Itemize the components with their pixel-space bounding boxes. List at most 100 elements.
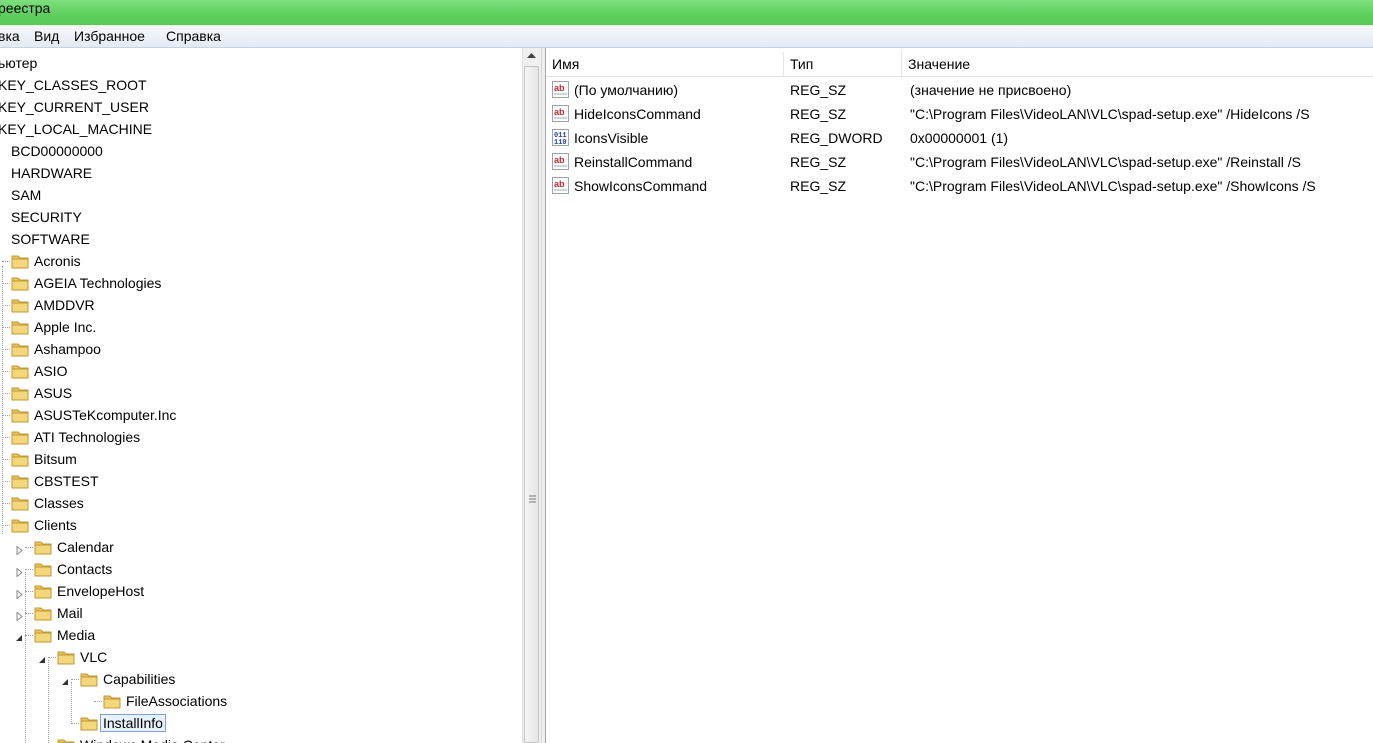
tree-item[interactable]: Contacts	[0, 558, 522, 580]
grip-icon	[529, 495, 536, 503]
string-value-icon: ab	[552, 153, 569, 170]
collapse-arrow-icon[interactable]	[61, 674, 70, 685]
folder-icon	[80, 715, 98, 731]
value-name: IconsVisible	[574, 130, 649, 146]
tree-item-label: Classes	[34, 495, 84, 511]
tree-item[interactable]: HARDWARE	[0, 162, 522, 184]
folder-icon	[80, 671, 98, 687]
tree-item-label: Acronis	[34, 253, 81, 269]
tree-item[interactable]: Capabilities	[0, 668, 522, 690]
value-name: HideIconsCommand	[574, 106, 701, 122]
registry-key-tree[interactable]: ьютер KEY_CLASSES_ROOT KEY_CURRENT_USER KEY…	[0, 48, 522, 743]
expand-arrow-icon[interactable]	[15, 564, 24, 578]
folder-icon	[34, 627, 52, 643]
tree-item[interactable]: KEY_LOCAL_MACHINE	[0, 118, 522, 140]
menu-favorites[interactable]: Избранное	[74, 28, 145, 44]
value-row[interactable]: 011 110 IconsVisible REG_DWORD 0x00000001 (1…	[546, 126, 1373, 150]
value-data: "C:\Program Files\VideoLAN\VLC\spad-setu…	[910, 178, 1316, 194]
tree-item[interactable]: Calendar	[0, 536, 522, 558]
tree-item[interactable]: Apple Inc.	[0, 316, 522, 338]
tree-item[interactable]: ASUSTeKcomputer.Inc	[0, 404, 522, 426]
string-value-icon: ab	[552, 81, 569, 98]
tree-item[interactable]: SECURITY	[0, 206, 522, 228]
folder-icon	[11, 385, 29, 401]
value-type: REG_SZ	[790, 106, 847, 122]
value-type: REG_DWORD	[790, 130, 883, 146]
string-value-icon: ab	[552, 177, 569, 194]
registry-values-list: Имя Тип Значение ab (По умолчанию) REG_SZ (…	[546, 48, 1373, 743]
value-row[interactable]: ab (По умолчанию) REG_SZ (значение не присв…	[546, 78, 1373, 102]
tree-item[interactable]: ATI Technologies	[0, 426, 522, 448]
tree-item[interactable]: ьютер	[0, 52, 522, 74]
tree-item[interactable]: InstallInfo	[0, 712, 522, 734]
tree-item-label: KEY_CURRENT_USER	[0, 99, 149, 115]
tree-item[interactable]: SAM	[0, 184, 522, 206]
value-data: "C:\Program Files\VideoLAN\VLC\spad-setu…	[910, 106, 1310, 122]
folder-icon	[11, 297, 29, 313]
folder-icon	[34, 561, 52, 577]
binary-value-icon: 011 110	[552, 129, 569, 147]
tree-item[interactable]: Classes	[0, 492, 522, 514]
expand-arrow-icon[interactable]	[15, 608, 24, 622]
tree-item[interactable]: KEY_CURRENT_USER	[0, 96, 522, 118]
tree-item[interactable]: CBSTEST	[0, 470, 522, 492]
title-bar[interactable]: реестра	[0, 0, 1373, 25]
tree-item[interactable]: BCD00000000	[0, 140, 522, 162]
tree-item[interactable]: AMDDVR	[0, 294, 522, 316]
value-data: (значение не присвоено)	[910, 82, 1072, 98]
tree-item[interactable]: EnvelopeHost	[0, 580, 522, 602]
folder-icon	[11, 517, 29, 533]
tree-item-label: Contacts	[57, 561, 113, 577]
expand-arrow-icon[interactable]	[15, 542, 24, 556]
column-type-header[interactable]: Тип	[784, 52, 902, 76]
folder-icon	[57, 649, 75, 665]
folder-icon	[103, 693, 121, 709]
tree-item[interactable]: Ashampoo	[0, 338, 522, 360]
tree-item[interactable]: Clients	[0, 514, 522, 536]
tree-item-label: Calendar	[57, 539, 114, 555]
value-type: REG_SZ	[790, 82, 847, 98]
tree-item[interactable]: Windows Media Center	[0, 734, 522, 743]
collapse-arrow-icon[interactable]	[38, 652, 47, 663]
tree-item[interactable]: Media	[0, 624, 522, 646]
tree-item[interactable]: Bitsum	[0, 448, 522, 470]
scroll-up-arrow-icon[interactable]	[527, 53, 536, 59]
tree-item-label: SECURITY	[11, 209, 82, 225]
column-name-header[interactable]: Имя	[546, 52, 784, 76]
tree-item-label: KEY_CLASSES_ROOT	[0, 77, 147, 93]
value-row[interactable]: ab ReinstallCommand REG_SZ "C:\Program File…	[546, 150, 1373, 174]
tree-item-label-selected: InstallInfo	[100, 714, 166, 732]
collapse-arrow-icon[interactable]	[15, 630, 24, 641]
menu-help[interactable]: Справка	[166, 28, 221, 44]
tree-scrollbar[interactable]	[522, 48, 541, 743]
expand-arrow-icon[interactable]	[15, 586, 24, 600]
tree-item[interactable]: ASIO	[0, 360, 522, 382]
tree-item[interactable]: Acronis	[0, 250, 522, 272]
folder-icon	[11, 473, 29, 489]
value-name: ReinstallCommand	[574, 154, 693, 170]
menu-view[interactable]: Вид	[34, 28, 59, 44]
folder-icon	[11, 341, 29, 357]
tree-item[interactable]: KEY_CLASSES_ROOT	[0, 74, 522, 96]
tree-item[interactable]: Mail	[0, 602, 522, 624]
tree-item[interactable]: SOFTWARE	[0, 228, 522, 250]
tree-item[interactable]: FileAssociations	[0, 690, 522, 712]
tree-item-label: ASUSTeKcomputer.Inc	[34, 407, 177, 423]
tree-item[interactable]: ASUS	[0, 382, 522, 404]
svg-text:ab: ab	[554, 83, 565, 93]
tree-item[interactable]: AGEIA Technologies	[0, 272, 522, 294]
value-type: REG_SZ	[790, 178, 847, 194]
folder-icon	[57, 737, 75, 743]
menu-edit[interactable]: вка	[0, 28, 20, 44]
value-data: "C:\Program Files\VideoLAN\VLC\spad-setu…	[910, 154, 1301, 170]
tree-item[interactable]: VLC	[0, 646, 522, 668]
svg-text:ab: ab	[554, 107, 565, 117]
collapse-arrow-icon[interactable]	[0, 520, 1, 529]
column-value-header[interactable]: Значение	[902, 52, 1373, 76]
value-type: REG_SZ	[790, 154, 847, 170]
tree-item-label: ьютер	[0, 55, 38, 71]
value-row[interactable]: ab ShowIconsCommand REG_SZ "C:\Program File…	[546, 174, 1373, 198]
value-row[interactable]: ab HideIconsCommand REG_SZ "C:\Program File…	[546, 102, 1373, 126]
scrollbar-thumb[interactable]	[524, 66, 539, 743]
value-data: 0x00000001 (1)	[910, 130, 1009, 146]
